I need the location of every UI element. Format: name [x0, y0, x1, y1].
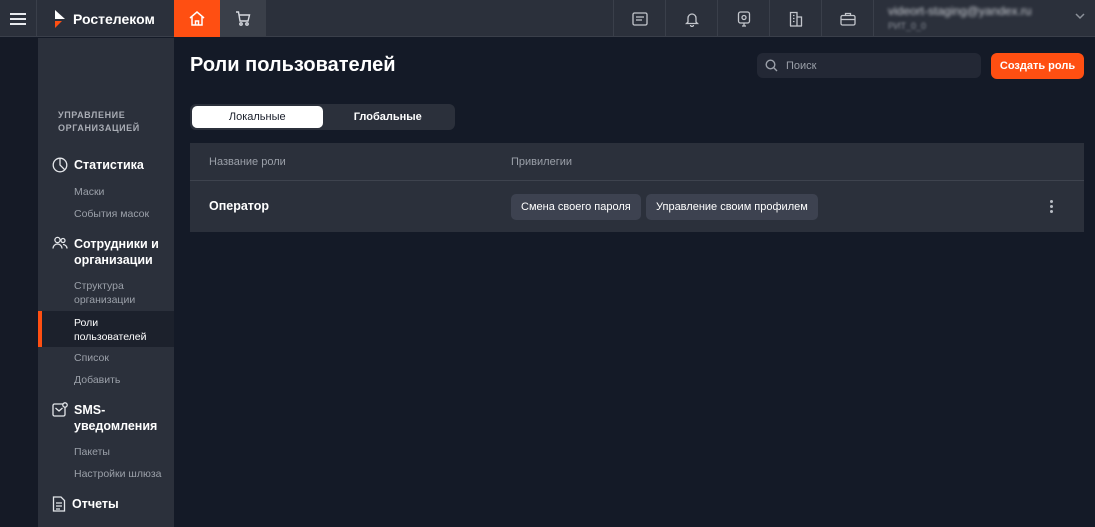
sidebar: Управление организацией Статистика Маски… [38, 38, 174, 527]
rostelecom-logo-icon [55, 9, 65, 28]
brand-logo[interactable]: Ростелеком [38, 0, 174, 37]
sidebar-section-label: SMS-уведомления [74, 403, 158, 433]
sidebar-section-label: Статистика [74, 158, 144, 172]
sidebar-item-packages[interactable]: Пакеты [74, 445, 110, 459]
table-header: Название роли Привилегии [190, 143, 1084, 181]
sidebar-item-user-roles[interactable]: Роли пользователей [38, 311, 174, 347]
bell-icon [684, 12, 699, 27]
user-email: videort-staging@yandex.ru [888, 4, 1032, 18]
sidebar-section-reports[interactable]: Отчеты [52, 496, 119, 512]
sidebar-item-mask-events[interactable]: События масок [74, 207, 149, 221]
document-icon [631, 11, 648, 26]
nav-cart-button[interactable] [220, 0, 266, 37]
users-icon [52, 236, 68, 249]
top-bar: Ростелеком videort-staging@yandex.ru РИТ… [0, 0, 1095, 37]
notifications-button[interactable] [665, 0, 717, 37]
sidebar-section-employees[interactable]: Сотрудники и организации [52, 236, 166, 268]
sidebar-item-list[interactable]: Список [74, 351, 109, 365]
create-role-button[interactable]: Создать роль [991, 53, 1084, 79]
sidebar-heading: Управление организацией [58, 110, 140, 133]
sidebar-item-org-structure[interactable]: Структура организации [74, 279, 164, 307]
column-header-privileges: Привилегии [511, 156, 572, 168]
brand-name: Ростелеком [73, 10, 155, 27]
menu-button[interactable] [0, 0, 37, 37]
menu-icon [10, 12, 26, 25]
sidebar-section-statistics[interactable]: Статистика [52, 157, 144, 173]
camera-icon [737, 10, 750, 27]
tab-local[interactable]: Локальные [192, 106, 323, 128]
buildings-button[interactable] [769, 0, 821, 37]
sidebar-section-sms[interactable]: SMS-уведомления [52, 402, 158, 434]
privilege-chip: Управление своим профилем [646, 194, 818, 220]
home-icon [189, 11, 205, 26]
sidebar-item-add[interactable]: Добавить [74, 373, 120, 387]
portfolio-button[interactable] [821, 0, 873, 37]
column-header-role-name: Название роли [209, 156, 286, 168]
left-rail [0, 38, 38, 527]
sms-icon [52, 402, 68, 417]
cart-icon [236, 11, 251, 26]
sidebar-section-label: Отчеты [72, 497, 119, 511]
report-icon [52, 496, 66, 512]
user-subtitle: РИТ_0_0 [888, 21, 926, 31]
page-title: Роли пользователей [190, 54, 396, 76]
documents-button[interactable] [613, 0, 665, 37]
tab-global[interactable]: Глобальные [323, 106, 454, 128]
search-input[interactable] [786, 59, 966, 72]
nav-home-button[interactable] [174, 0, 220, 37]
row-actions-button[interactable] [1042, 195, 1060, 217]
pie-chart-icon [52, 157, 68, 173]
sidebar-item-masks[interactable]: Маски [74, 185, 104, 199]
user-menu[interactable]: videort-staging@yandex.ru РИТ_0_0 [873, 0, 1095, 37]
scope-tabs: Локальные Глобальные [190, 104, 455, 130]
building-icon [789, 11, 802, 27]
briefcase-icon [839, 12, 856, 26]
sidebar-item-gateway-settings[interactable]: Настройки шлюза [74, 467, 161, 481]
sidebar-item-label: Роли пользователей [74, 317, 147, 343]
kebab-dot-icon [1049, 204, 1053, 208]
privilege-chip: Смена своего пароля [511, 194, 641, 220]
roles-table: Название роли Привилегии Оператор Смена … [190, 143, 1084, 232]
role-name: Оператор [209, 199, 270, 213]
kebab-dot-icon [1049, 199, 1053, 203]
cameras-button[interactable] [717, 0, 769, 37]
sidebar-section-label: Сотрудники и организации [74, 237, 159, 267]
search-box[interactable] [757, 53, 981, 78]
table-row[interactable]: Оператор Смена своего пароля Управление … [190, 181, 1084, 232]
chevron-down-icon [1075, 13, 1085, 20]
search-icon [765, 59, 778, 72]
kebab-dot-icon [1049, 209, 1053, 213]
